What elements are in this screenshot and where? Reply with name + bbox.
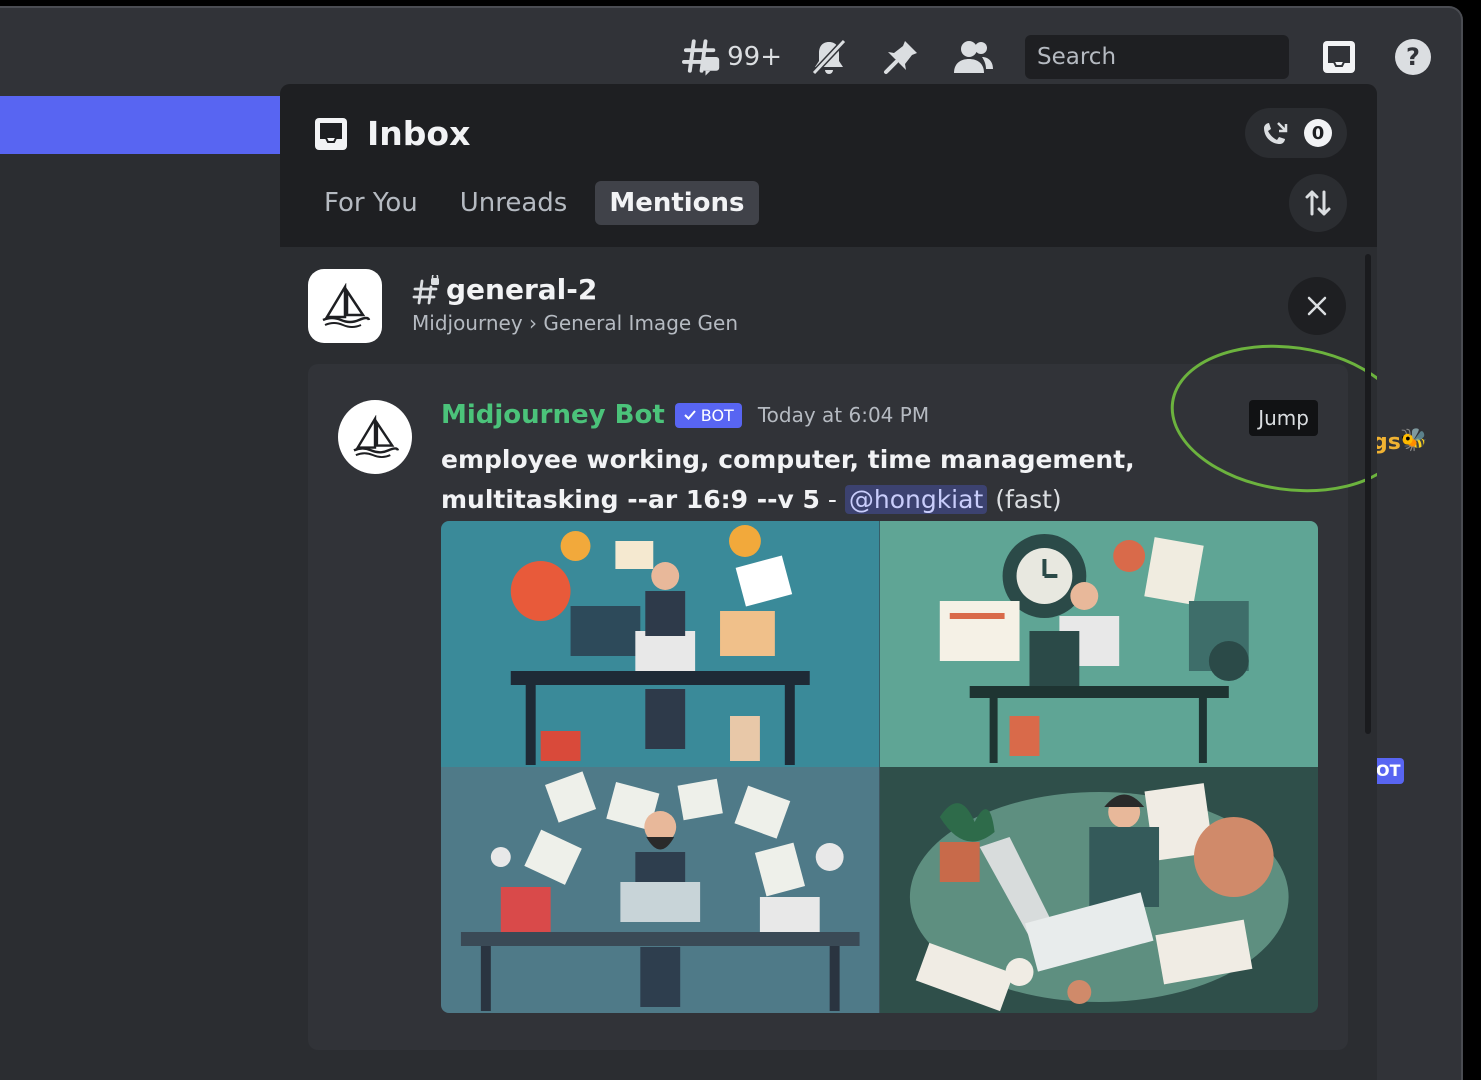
chat-background — [1376, 96, 1461, 1080]
mention-channel-header: general-2 Midjourney › General Image Gen — [308, 269, 1348, 343]
search-bar[interactable] — [1025, 35, 1330, 79]
help-button[interactable]: ? — [1392, 36, 1434, 78]
checkmark-icon — [684, 410, 696, 420]
message-content: employee working, computer, time managem… — [441, 440, 1311, 520]
bell-slash-icon — [811, 38, 847, 76]
image-tile-3[interactable] — [441, 767, 880, 1013]
channel-list-pane — [0, 96, 280, 1080]
dismiss-mention-button[interactable] — [1288, 277, 1346, 335]
midjourney-boat-icon — [353, 415, 400, 459]
threads-count: 99+ — [727, 42, 782, 72]
prompt-separator: - — [819, 485, 845, 514]
help-icon: ? — [1395, 39, 1431, 75]
missed-calls-button[interactable]: 0 — [1245, 108, 1347, 158]
member-list-button[interactable] — [952, 36, 994, 78]
inbox-header: Inbox 0 For You Unreads Mentions — [280, 84, 1377, 247]
close-icon — [1307, 296, 1327, 316]
tab-unreads[interactable]: Unreads — [446, 181, 582, 225]
office-worker-illustration-1 — [441, 521, 880, 767]
inbox-popout: Inbox 0 For You Unreads Mentions general… — [280, 84, 1377, 1080]
bee-emoji-icon: 🐝 — [1400, 428, 1428, 453]
pinned-messages-button[interactable] — [880, 36, 922, 78]
server-avatar[interactable] — [308, 269, 382, 343]
generation-speed: (fast) — [995, 485, 1062, 514]
image-tile-2[interactable] — [879, 521, 1318, 767]
threads-button[interactable]: 99+ — [682, 36, 782, 78]
bot-avatar[interactable] — [338, 400, 412, 474]
inbox-title: Inbox — [367, 114, 471, 153]
tab-for-you[interactable]: For You — [310, 181, 432, 225]
phone-icon — [1264, 122, 1288, 144]
inbox-scrollbar[interactable] — [1365, 254, 1371, 734]
office-worker-illustration-4 — [879, 767, 1318, 1013]
channel-breadcrumb: Midjourney › General Image Gen — [412, 311, 739, 335]
bot-badge: BOT — [674, 402, 742, 428]
members-icon — [954, 41, 993, 73]
jump-button[interactable]: Jump — [1249, 400, 1318, 436]
generated-image-grid[interactable] — [441, 521, 1318, 1013]
channel-name-row[interactable]: general-2 — [412, 273, 597, 306]
office-worker-illustration-3 — [441, 767, 880, 1013]
locked-channel-icon — [412, 274, 439, 304]
top-toolbar: 99+ Search ? — [0, 8, 1461, 96]
sort-icon — [1305, 190, 1331, 216]
inbox-title-row: Inbox — [313, 114, 470, 153]
inbox-button[interactable] — [1318, 36, 1360, 78]
author-name[interactable]: Midjourney Bot — [441, 400, 665, 430]
inbox-icon — [315, 117, 347, 150]
user-mention[interactable]: @hongkiat — [844, 485, 988, 514]
channel-name: general-2 — [446, 273, 598, 306]
bot-badge-label: BOT — [700, 405, 734, 425]
message-header: Midjourney Bot BOT Today at 6:04 PM — [441, 400, 929, 430]
notification-settings-button[interactable] — [808, 36, 850, 78]
image-tile-1[interactable] — [441, 521, 880, 767]
svg-text:?: ? — [1406, 43, 1420, 71]
pin-icon — [884, 41, 917, 74]
missed-calls-count: 0 — [1304, 119, 1332, 147]
tab-mentions[interactable]: Mentions — [595, 181, 759, 225]
midjourney-boat-icon — [322, 283, 371, 328]
mentions-filter-button[interactable] — [1289, 174, 1347, 232]
office-worker-illustration-2 — [879, 521, 1318, 767]
image-tile-4[interactable] — [879, 767, 1318, 1013]
search-input[interactable] — [1037, 44, 1330, 70]
inbox-tabs: For You Unreads Mentions — [310, 181, 759, 225]
selected-channel-highlight[interactable] — [0, 96, 280, 154]
message-timestamp: Today at 6:04 PM — [757, 403, 930, 427]
threads-icon — [682, 39, 720, 76]
mention-message-card: Midjourney Bot BOT Today at 6:04 PM Jump… — [308, 330, 1377, 1050]
inbox-icon — [1323, 41, 1355, 73]
